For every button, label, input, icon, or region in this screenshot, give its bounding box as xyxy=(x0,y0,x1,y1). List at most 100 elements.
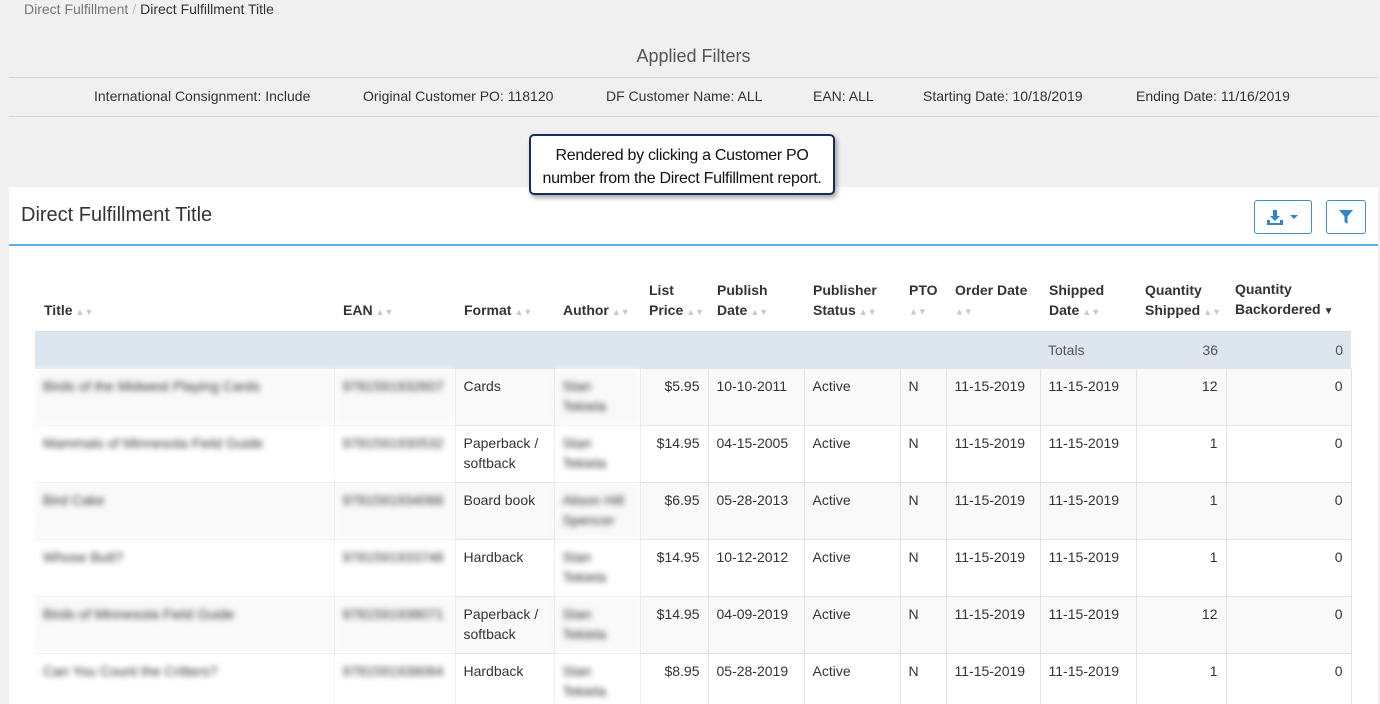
sort-icon: ▲▼ xyxy=(375,306,394,317)
breadcrumb-parent-link[interactable]: Direct Fulfillment xyxy=(24,1,128,17)
sort-icon: ▲▼ xyxy=(909,306,927,317)
sort-icon: ▲▼ xyxy=(750,306,769,317)
panel-title: Direct Fulfillment Title xyxy=(21,204,213,226)
cell-list-price: $8.95 xyxy=(639,652,709,704)
sort-desc-icon: ▼ xyxy=(1323,305,1334,317)
cell-quantity-backordered: 0 xyxy=(1225,367,1352,426)
callout-line-1: Rendered by clicking a Customer PO xyxy=(555,147,809,164)
sort-icon: ▲▼ xyxy=(858,306,877,317)
cell-quantity-backordered: 0 xyxy=(1225,538,1352,597)
column-header-shipped-date[interactable]: Shipped Date ▲▼ xyxy=(1040,262,1136,332)
filter-button[interactable] xyxy=(1326,200,1366,234)
cell-ean-link[interactable]: 9781591934066 xyxy=(333,481,456,540)
cell-pto: N xyxy=(899,367,947,426)
callout-line-2: number from the Direct Fulfillment repor… xyxy=(542,170,822,187)
column-header-ean[interactable]: EAN ▲▼ xyxy=(334,262,455,332)
column-header-publisher-status[interactable]: Publisher Status ▲▼ xyxy=(804,262,900,332)
filter-starting-date: Starting Date: 10/18/2019 xyxy=(923,88,1083,104)
cell-ean-link[interactable]: 9781591932607 xyxy=(333,367,456,426)
cell-ean-link[interactable]: 9781591933748 xyxy=(333,538,456,597)
cell-pto: N xyxy=(899,481,947,540)
download-button[interactable] xyxy=(1254,200,1312,234)
cell-order-date: 11-15-2019 xyxy=(945,481,1041,540)
cell-list-price: $6.95 xyxy=(639,481,709,540)
cell-quantity-shipped: 1 xyxy=(1135,538,1227,597)
column-header-author[interactable]: Author ▲▼ xyxy=(554,262,640,332)
cell-pto: N xyxy=(899,595,947,654)
cell-pto: N xyxy=(899,652,947,704)
cell-quantity-shipped: 12 xyxy=(1135,367,1227,426)
column-header-quantity-backordered[interactable]: Quantity Backordered ▼ xyxy=(1226,262,1351,332)
cell-shipped-date: 11-15-2019 xyxy=(1039,481,1137,540)
cell-shipped-date: 11-15-2019 xyxy=(1039,424,1137,483)
filter-df-customer-name: DF Customer Name: ALL xyxy=(606,88,763,104)
breadcrumb-separator: / xyxy=(132,1,137,17)
cell-publisher-status: Active xyxy=(803,424,901,483)
cell-author: Stan Tekiela xyxy=(553,595,641,654)
cell-format: Board book xyxy=(454,481,555,540)
table-header-row: Title ▲▼ EAN ▲▼ Format ▲▼ Author ▲▼ List Pri… xyxy=(35,262,1351,332)
sort-icon: ▲▼ xyxy=(955,306,973,317)
column-header-format[interactable]: Format ▲▼ xyxy=(455,262,554,332)
totals-label: Totals xyxy=(1040,331,1136,368)
cell-quantity-shipped: 1 xyxy=(1135,424,1227,483)
column-header-title[interactable]: Title ▲▼ xyxy=(35,262,334,332)
cell-order-date: 11-15-2019 xyxy=(945,595,1041,654)
cell-ean-link[interactable]: 9781591930532 xyxy=(333,424,456,483)
cell-title: Birds of the Midwest Playing Cards xyxy=(35,367,335,426)
sort-icon: ▲▼ xyxy=(514,306,533,317)
cell-list-price: $14.95 xyxy=(639,538,709,597)
cell-list-price: $14.95 xyxy=(639,595,709,654)
cell-order-date: 11-15-2019 xyxy=(945,538,1041,597)
cell-quantity-backordered: 0 xyxy=(1225,595,1352,654)
column-header-order-date[interactable]: Order Date ▲▼ xyxy=(946,262,1040,332)
caret-down-icon xyxy=(1290,215,1298,219)
filter-ending-date: Ending Date: 11/16/2019 xyxy=(1136,88,1290,104)
cell-ean-link[interactable]: 9781591938064 xyxy=(333,652,456,704)
table-row: Can You Count the Critters? 978159193806… xyxy=(35,652,1352,704)
cell-publish-date: 05-28-2013 xyxy=(707,481,805,540)
table-row: Whose Butt? 9781591933748 Hardback Stan … xyxy=(35,538,1352,597)
cell-author: Stan Tekiela xyxy=(553,424,641,483)
table-row: Birds of Minnesota Field Guide 978159193… xyxy=(35,595,1352,654)
sort-icon: ▲▼ xyxy=(75,306,94,317)
cell-quantity-shipped: 12 xyxy=(1135,595,1227,654)
cell-publish-date: 10-10-2011 xyxy=(707,367,805,426)
cell-publisher-status: Active xyxy=(803,652,901,704)
column-header-quantity-shipped[interactable]: Quantity Shipped ▲▼ xyxy=(1136,262,1226,332)
sort-icon: ▲▼ xyxy=(1203,306,1222,317)
sort-icon: ▲▼ xyxy=(1082,306,1101,317)
cell-publisher-status: Active xyxy=(803,367,901,426)
sort-icon: ▲▼ xyxy=(686,306,705,317)
cell-shipped-date: 11-15-2019 xyxy=(1039,652,1137,704)
totals-row: Totals 36 0 xyxy=(35,331,1351,368)
cell-publisher-status: Active xyxy=(803,481,901,540)
report-table: Title ▲▼ EAN ▲▼ Format ▲▼ Author ▲▼ List Pri… xyxy=(35,262,1352,704)
cell-title: Mammals of Minnesota Field Guide xyxy=(35,424,335,483)
applied-filters-title: Applied Filters xyxy=(636,46,751,66)
cell-shipped-date: 11-15-2019 xyxy=(1039,595,1137,654)
column-header-pto[interactable]: PTO ▲▼ xyxy=(900,262,946,332)
cell-order-date: 11-15-2019 xyxy=(945,367,1041,426)
table-row: Birds of the Midwest Playing Cards 97815… xyxy=(35,367,1352,426)
cell-ean-link[interactable]: 9781591938071 xyxy=(333,595,456,654)
cell-quantity-shipped: 1 xyxy=(1135,481,1227,540)
cell-order-date: 11-15-2019 xyxy=(945,424,1041,483)
cell-format: Hardback xyxy=(454,652,555,704)
column-header-publish-date[interactable]: Publish Date ▲▼ xyxy=(708,262,804,332)
cell-shipped-date: 11-15-2019 xyxy=(1039,538,1137,597)
cell-list-price: $5.95 xyxy=(639,367,709,426)
cell-publish-date: 05-28-2019 xyxy=(707,652,805,704)
cell-author: Stan Tekiela xyxy=(553,652,641,704)
cell-author: Alison Hill Spencer xyxy=(553,481,641,540)
filter-ean: EAN: ALL xyxy=(813,88,874,104)
cell-publish-date: 04-09-2019 xyxy=(707,595,805,654)
download-icon xyxy=(1267,209,1283,225)
table-body: Birds of the Midwest Playing Cards 97815… xyxy=(35,367,1352,704)
cell-format: Hardback xyxy=(454,538,555,597)
column-header-list-price[interactable]: List Price ▲▼ xyxy=(640,262,708,332)
cell-title: Bird Cake xyxy=(35,481,335,540)
table-row: Mammals of Minnesota Field Guide 9781591… xyxy=(35,424,1352,483)
annotation-callout: Rendered by clicking a Customer PO numbe… xyxy=(529,134,835,195)
cell-title: Can You Count the Critters? xyxy=(35,652,335,704)
